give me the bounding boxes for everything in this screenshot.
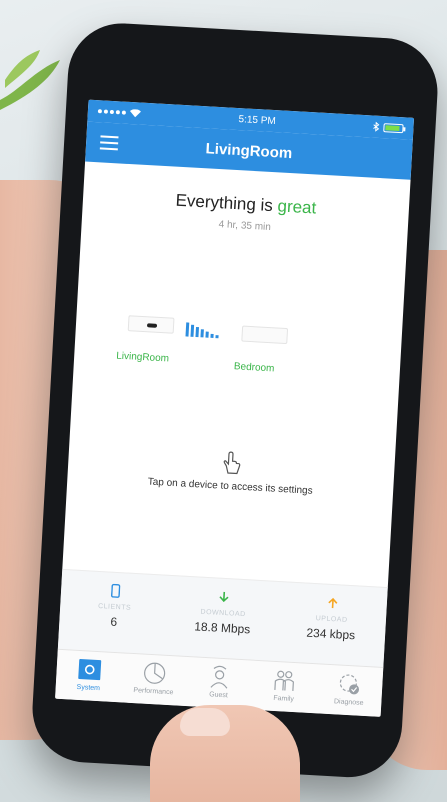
guest-icon [210, 665, 228, 689]
stat-value: 6 [110, 614, 118, 630]
status-highlight: great [277, 196, 317, 218]
tab-family[interactable]: Family [250, 661, 318, 714]
status-time: 5:15 PM [238, 113, 277, 127]
arrow-down-icon [219, 591, 229, 603]
status-prefix: Everything is [175, 190, 274, 216]
family-icon [274, 670, 295, 692]
phone-screen: 5:15 PM LivingRoom Everything is great 4 [55, 99, 415, 717]
device-topology: LivingRoom Bedroom [69, 302, 402, 460]
diagnose-icon [340, 674, 360, 695]
device-label-livingroom[interactable]: LivingRoom [116, 351, 169, 365]
battery-icon [383, 122, 404, 133]
device-label-bedroom[interactable]: Bedroom [234, 361, 275, 374]
stat-value: 18.8 Mbps [193, 619, 251, 637]
arrow-up-icon [327, 597, 338, 609]
tab-diagnose[interactable]: Diagnose [315, 664, 383, 717]
phone-icon [110, 583, 121, 598]
tab-label: Guest [208, 691, 229, 700]
tab-system[interactable]: System [55, 650, 123, 703]
hand-pointer-icon [223, 451, 241, 475]
performance-icon [143, 662, 166, 684]
livingroom-device[interactable] [127, 315, 175, 334]
tab-label: System [76, 683, 101, 693]
tab-performance[interactable]: Performance [120, 653, 188, 706]
signal-strength-icon [185, 318, 219, 339]
tab-label: Performance [133, 687, 174, 697]
stat-download[interactable]: DOWNLOAD 18.8 Mbps [166, 576, 279, 661]
signal-dots-icon [97, 109, 126, 115]
phone-wrapper: 5:15 PM LivingRoom Everything is great 4 [0, 8, 447, 791]
stat-clients[interactable]: CLIENTS 6 [58, 570, 171, 655]
phone-body: 5:15 PM LivingRoom Everything is great 4 [29, 20, 441, 781]
wifi-icon [129, 109, 141, 118]
bluetooth-icon [373, 121, 380, 132]
system-icon [77, 659, 101, 681]
menu-icon[interactable] [99, 135, 119, 151]
page-title: LivingRoom [205, 139, 293, 162]
stat-upload[interactable]: UPLOAD 234 kbps [275, 582, 388, 667]
thumbnail-nail [180, 708, 230, 736]
stat-value: 234 kbps [306, 625, 356, 643]
tab-label: Diagnose [333, 698, 364, 707]
tap-hint-text: Tap on a device to access its settings [147, 476, 313, 497]
tab-guest[interactable]: Guest [185, 657, 253, 710]
bedroom-device[interactable] [241, 325, 289, 345]
tab-label: Family [273, 694, 295, 704]
